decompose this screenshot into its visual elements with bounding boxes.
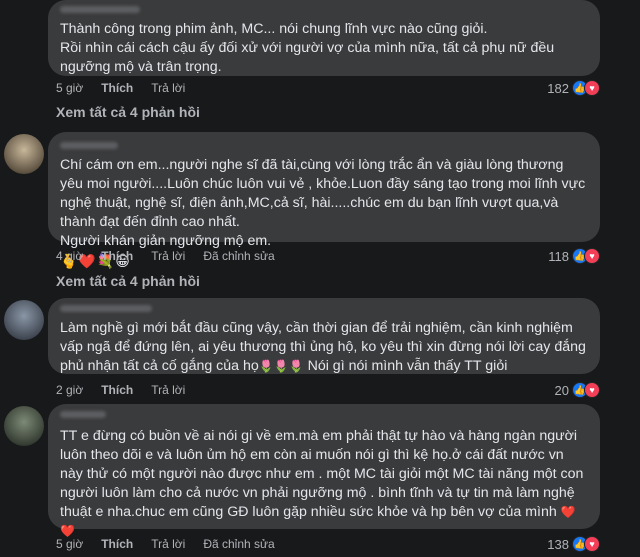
like-button[interactable]: Thích xyxy=(101,537,133,551)
reaction-summary[interactable]: 182 👍 ♥ xyxy=(547,80,600,96)
reaction-summary[interactable]: 20 👍 ♥ xyxy=(555,382,600,398)
comment-text-body: TT e đừng có buồn về ai nói gi về em.mà … xyxy=(60,428,584,520)
comment-bubble: Thành công trong phim ảnh, MC... nói chu… xyxy=(48,0,600,76)
avatar[interactable] xyxy=(4,300,44,340)
comment-text-tail: Nói gì nói mình vẫn thấy TT giỏi xyxy=(307,358,508,374)
reply-button[interactable]: Trả lời xyxy=(151,81,185,95)
comment-time[interactable]: 5 giờ xyxy=(56,81,83,95)
comment-time[interactable]: 4 giờ xyxy=(56,249,83,263)
reaction-count: 20 xyxy=(554,382,569,398)
comment-bubble: TT e đừng có buồn về ai nói gi về em.mà … xyxy=(48,404,600,538)
comment-bubble: Làm nghề gì mới bắt đầu cũng vậy, cần th… xyxy=(48,298,600,374)
commenter-name[interactable] xyxy=(60,303,588,313)
comment-actions: 4 giờ Thích Trả lời Đã chỉnh sửa xyxy=(56,249,275,263)
love-reaction-icon: ♥ xyxy=(584,536,600,552)
view-replies-link[interactable]: Xem tất cả 4 phản hồi xyxy=(56,273,200,289)
comment-actions: 2 giờ Thích Trả lời xyxy=(56,383,185,397)
reply-button[interactable]: Trả lời xyxy=(151,383,185,397)
love-reaction-icon: ♥ xyxy=(584,248,600,264)
commenter-name[interactable] xyxy=(60,409,588,419)
commenter-name[interactable] xyxy=(60,4,588,14)
edited-label[interactable]: Đã chỉnh sửa xyxy=(203,537,274,551)
comment-actions: 5 giờ Thích Trả lời xyxy=(56,81,185,95)
like-button[interactable]: Thích xyxy=(101,81,133,95)
reply-button[interactable]: Trả lời xyxy=(151,249,185,263)
reaction-count: 182 xyxy=(547,80,569,96)
comment-time[interactable]: 5 giờ xyxy=(56,537,83,551)
comment-time[interactable]: 2 giờ xyxy=(56,383,83,397)
reaction-summary[interactable]: 118 👍 ♥ xyxy=(548,248,600,264)
comment-bubble: Chí cám ơn em...người nghe sĩ đã tài,cùn… xyxy=(48,132,600,269)
reaction-count: 118 xyxy=(548,248,569,264)
like-button[interactable]: Thích xyxy=(101,249,133,263)
love-reaction-icon: ♥ xyxy=(584,382,600,398)
comment-text: Chí cám ơn em...người nghe sĩ đã tài,cùn… xyxy=(60,157,586,249)
reaction-count: 138 xyxy=(547,536,569,552)
love-reaction-icon: ♥ xyxy=(584,80,600,96)
comment-actions: 5 giờ Thích Trả lời Đã chỉnh sửa xyxy=(56,537,275,551)
comment-text: Thành công trong phim ảnh, MC... nói chu… xyxy=(60,21,555,75)
comment-emoji: 🌷🌷🌷 xyxy=(258,359,304,373)
avatar[interactable] xyxy=(4,406,44,446)
reaction-summary[interactable]: 138 👍 ♥ xyxy=(547,536,600,552)
commenter-name[interactable] xyxy=(60,140,588,150)
avatar[interactable] xyxy=(4,134,44,174)
like-button[interactable]: Thích xyxy=(101,383,133,397)
view-replies-link[interactable]: Xem tất cả 4 phản hồi xyxy=(56,104,200,120)
edited-label[interactable]: Đã chỉnh sửa xyxy=(203,249,274,263)
comment-text: Làm nghề gì mới bắt đầu cũng vậy, cần th… xyxy=(60,319,588,376)
reply-button[interactable]: Trả lời xyxy=(151,537,185,551)
comment-text: TT e đừng có buồn về ai nói gi về em.mà … xyxy=(60,427,588,541)
